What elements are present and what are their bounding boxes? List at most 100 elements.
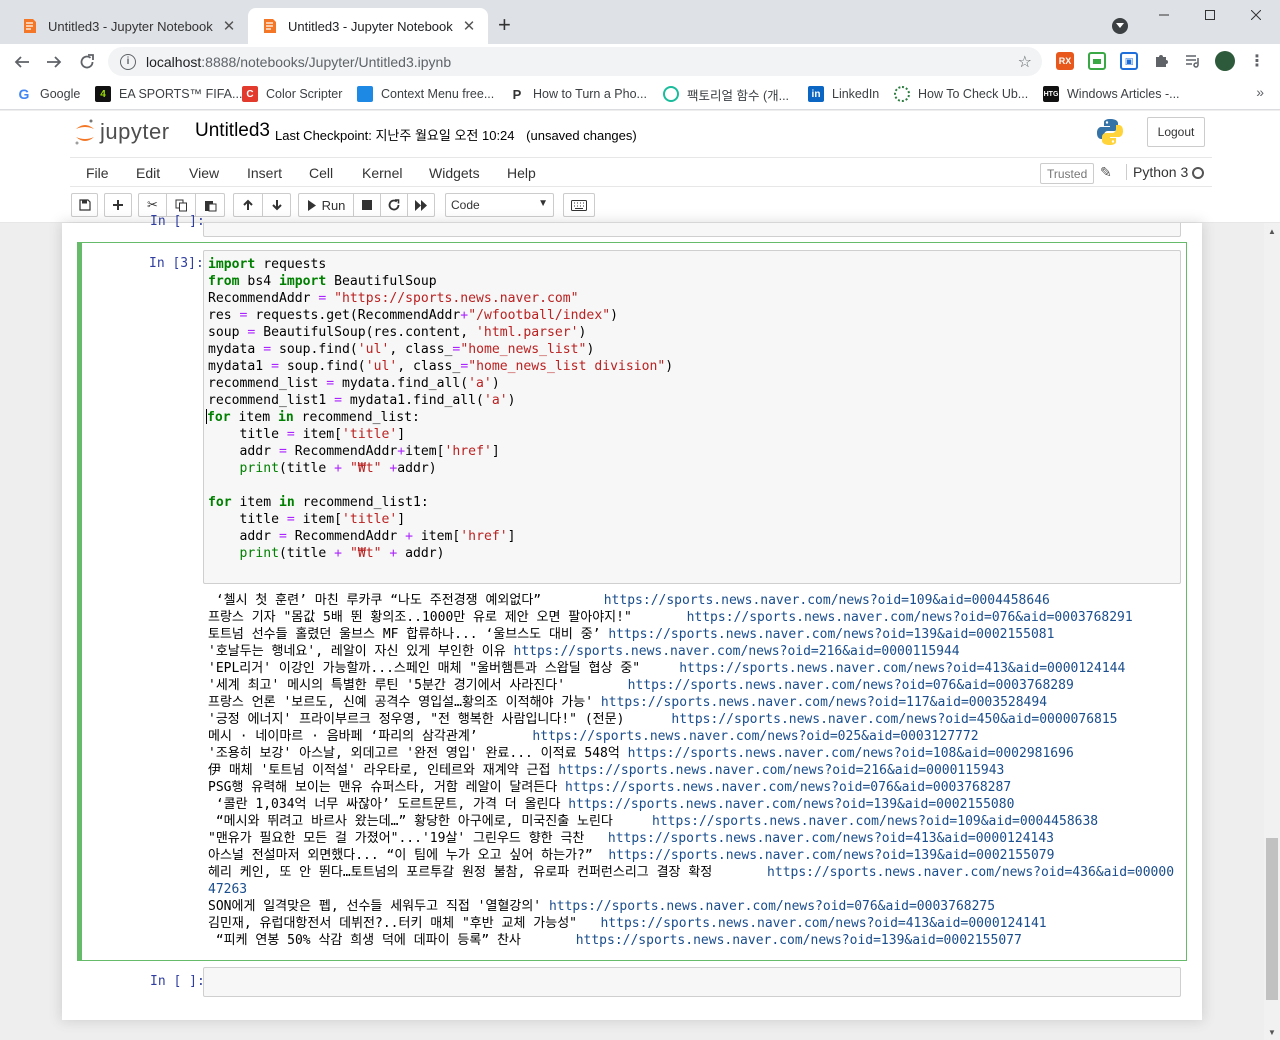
- maximize-icon[interactable]: [1187, 0, 1233, 30]
- bookmark-label: LinkedIn: [832, 87, 880, 101]
- bookmark-label: Context Menu free...: [381, 87, 495, 101]
- trusted-indicator[interactable]: Trusted: [1040, 163, 1095, 184]
- restart-run-all-button[interactable]: [407, 193, 435, 217]
- extensions-puzzle-icon[interactable]: [1152, 52, 1170, 70]
- bookmark-ea-sports[interactable]: 4 EA SPORTS™ FIFA...: [95, 84, 242, 104]
- logout-button[interactable]: Logout: [1147, 117, 1205, 147]
- output-url: https://sports.news.naver.com/news?oid=0…: [686, 610, 1133, 625]
- bookmarks-overflow-icon[interactable]: »: [1256, 84, 1264, 100]
- notebook-name[interactable]: Untitled3: [195, 120, 270, 142]
- new-tab-icon[interactable]: +: [498, 14, 511, 36]
- menu-cell[interactable]: Cell: [309, 165, 333, 181]
- move-up-button[interactable]: [233, 193, 263, 217]
- bookmark-how-to-turn[interactable]: P How to Turn a Pho...: [509, 84, 647, 104]
- bookmark-color-scripter[interactable]: C Color Scripter: [242, 84, 342, 104]
- output-url: https://sports.news.naver.com/news?oid=1…: [603, 593, 1050, 608]
- bookmark-windows-articles[interactable]: HTG Windows Articles -...: [1043, 84, 1180, 104]
- jupyter-logo[interactable]: jupyter: [74, 117, 170, 147]
- output-title: “피케 연봉 50% 삭감 희생 덕에 데파이 등록” 찬사: [208, 933, 576, 948]
- restart-button[interactable]: [380, 193, 408, 217]
- menu-widgets[interactable]: Widgets: [429, 165, 480, 181]
- save-button[interactable]: [71, 193, 98, 217]
- menu-view[interactable]: View: [189, 165, 219, 181]
- output-line: '세계 최고' 메시의 특별한 루틴 '5분간 경기에서 사라진다' https…: [208, 677, 1180, 694]
- extension-green-icon[interactable]: [1088, 52, 1106, 70]
- ea-sports-icon: 4: [95, 86, 111, 102]
- kernel-name[interactable]: Python 3: [1126, 164, 1188, 180]
- extension-rx-icon[interactable]: RX: [1056, 52, 1074, 70]
- window-close-icon[interactable]: [1233, 0, 1279, 30]
- reload-icon[interactable]: [75, 50, 99, 74]
- output-url: https://sports.news.naver.com/news?oid=0…: [548, 899, 996, 914]
- paste-icon: [204, 200, 216, 211]
- ubuntu-icon: [894, 86, 910, 102]
- output-title: 토트넘 선수들 홀렸던 울브스 MF 합류하나... ‘울브스도 대비 중’: [208, 627, 609, 642]
- run-button[interactable]: Run: [298, 193, 354, 217]
- menu-insert[interactable]: Insert: [247, 165, 282, 181]
- menu-kernel[interactable]: Kernel: [362, 165, 402, 181]
- output-url: https://sports.news.naver.com/news?oid=1…: [568, 797, 1015, 812]
- insert-cell-button[interactable]: [104, 193, 132, 217]
- output-line: "맨유가 필요한 모든 걸 가졌어"...'19살' 그린우드 향한 극찬 ht…: [208, 830, 1180, 847]
- tab-close-icon[interactable]: ✕: [220, 17, 238, 35]
- bookmark-star-icon[interactable]: ☆: [1018, 52, 1032, 72]
- browser-menu-icon[interactable]: ⋮: [1248, 52, 1266, 70]
- bookmark-label: How to Turn a Pho...: [533, 87, 647, 101]
- menu-edit[interactable]: Edit: [136, 165, 160, 181]
- arrow-up-icon: [243, 199, 253, 210]
- interrupt-button[interactable]: [353, 193, 381, 217]
- forward-icon[interactable]: [42, 50, 66, 74]
- bookmark-linkedin[interactable]: in LinkedIn: [808, 84, 879, 104]
- empty-code-cell[interactable]: [203, 967, 1181, 997]
- profile-avatar-icon[interactable]: [1215, 51, 1235, 71]
- scroll-down-icon[interactable]: ▼: [1264, 1024, 1280, 1040]
- scroll-up-icon[interactable]: ▲: [1264, 223, 1280, 239]
- move-down-button[interactable]: [262, 193, 291, 217]
- menu-help[interactable]: Help: [507, 165, 536, 181]
- tab-search-icon[interactable]: [1112, 18, 1128, 34]
- extension-blue-icon[interactable]: ▣: [1120, 52, 1138, 70]
- output-line: “피케 연봉 50% 삭감 희생 덕에 데파이 등록” 찬사 https://s…: [208, 932, 1180, 949]
- htg-icon: HTG: [1043, 86, 1059, 102]
- python-logo-icon: [1095, 117, 1125, 150]
- context-menu-icon: [357, 86, 373, 102]
- command-palette-button[interactable]: [563, 193, 595, 217]
- output-url: https://sports.news.naver.com/news?oid=2…: [513, 644, 960, 659]
- browser-tab-inactive[interactable]: Untitled3 - Jupyter Notebook ✕: [8, 8, 248, 44]
- previous-code-cell[interactable]: [203, 223, 1181, 237]
- bookmark-context-menu[interactable]: Context Menu free...: [357, 84, 494, 104]
- output-url: https://sports.news.naver.com/news?oid=2…: [558, 763, 1005, 778]
- back-icon[interactable]: [10, 50, 34, 74]
- output-line: '호날두는 행네요', 레알이 자신 있게 부인한 이유 https://spo…: [208, 643, 1180, 660]
- output-url: https://sports.news.naver.com/news?oid=1…: [652, 814, 1099, 829]
- url-path: :8888/notebooks/Jupyter/Untitled3.ipynb: [201, 53, 452, 70]
- output-title: 메시 · 네이마르 · 음바페 ‘파리의 삼각관계’: [208, 729, 533, 744]
- output-title: 'EPL리거' 이강인 가능할까...스페인 매체 "울버햄튼과 스왑딜 협상 …: [208, 661, 680, 676]
- minimize-icon[interactable]: [1141, 0, 1187, 30]
- output-line: ‘콜란 1,034억 너무 싸잖아’ 도르트문트, 가격 더 올린다 https…: [208, 796, 1180, 813]
- output-line: 헤리 케인, 또 안 뛴다…토트넘의 포르투갈 원정 불참, 유로파 컨퍼런스리…: [208, 864, 1180, 898]
- bookmark-how-to-check[interactable]: How To Check Ub...: [894, 84, 1028, 104]
- output-url: https://sports.news.naver.com/news?oid=1…: [600, 695, 1048, 710]
- run-button-group: Run: [298, 193, 435, 217]
- scrollbar-thumb[interactable]: [1266, 838, 1278, 1000]
- output-line: 메시 · 네이마르 · 음바페 ‘파리의 삼각관계’ https://sport…: [208, 728, 1180, 745]
- browser-tab-strip: Untitled3 - Jupyter Notebook ✕ Untitled3…: [0, 0, 1280, 44]
- output-title: 헤리 케인, 또 안 뛴다…토트넘의 포르투갈 원정 불참, 유로파 컨퍼런스리…: [208, 865, 768, 880]
- code-content[interactable]: import requests from bs4 import Beautifu…: [206, 256, 673, 562]
- menu-file[interactable]: File: [86, 165, 109, 181]
- kernel-idle-indicator-icon: [1192, 167, 1204, 179]
- tab-close-icon[interactable]: ✕: [460, 17, 478, 35]
- checkpoint-label: Last Checkpoint:: [275, 128, 372, 143]
- browser-tab-active[interactable]: Untitled3 - Jupyter Notebook ✕: [248, 8, 488, 44]
- address-bar[interactable]: i localhost:8888/notebooks/Jupyter/Untit…: [108, 47, 1042, 76]
- reading-list-icon[interactable]: [1184, 52, 1202, 70]
- output-title: '긍정 에너지' 프라이부르크 정우영, "전 행복한 사람입니다!" (전문): [208, 712, 672, 727]
- output-url: https://sports.news.naver.com/news?oid=0…: [565, 780, 1012, 795]
- play-icon: [307, 199, 316, 211]
- bookmark-factorial[interactable]: 팩토리얼 함수 (개...: [663, 84, 789, 104]
- output-title: '세계 최고' 메시의 특별한 루틴 '5분간 경기에서 사라진다': [208, 678, 628, 693]
- cell-type-select[interactable]: Code ▼: [445, 193, 554, 217]
- site-info-icon[interactable]: i: [120, 53, 136, 70]
- bookmark-google[interactable]: G Google: [16, 84, 81, 104]
